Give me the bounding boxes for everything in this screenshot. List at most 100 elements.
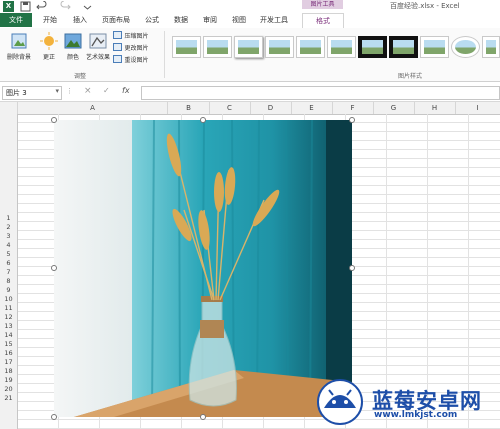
resize-handle[interactable] — [349, 117, 355, 123]
picture-style-thumbnail[interactable] — [172, 36, 201, 58]
watermark-url: www.lmkjst.com — [374, 410, 458, 420]
compress-icon — [113, 31, 122, 39]
row-header[interactable]: 18 — [0, 367, 17, 376]
picture-style-thumbnail[interactable] — [234, 36, 263, 58]
select-all-button[interactable] — [0, 102, 18, 114]
column-header-f[interactable]: F — [332, 102, 374, 114]
corrections-label: 更正 — [42, 54, 55, 61]
color-label: 颜色 — [66, 54, 79, 61]
color-button[interactable]: 颜色 — [62, 32, 84, 68]
resize-handle[interactable] — [200, 414, 206, 420]
reset-picture-icon — [113, 55, 122, 63]
row-header[interactable]: 2 — [0, 223, 17, 232]
row-header[interactable]: 8 — [0, 277, 17, 286]
row-header[interactable]: 3 — [0, 232, 17, 241]
sun-icon — [40, 32, 58, 50]
row-header[interactable]: 20 — [0, 385, 17, 394]
column-header-i[interactable]: I — [455, 102, 500, 114]
row-header[interactable]: 6 — [0, 259, 17, 268]
resize-handle[interactable] — [349, 265, 355, 271]
row-header[interactable]: 5 — [0, 250, 17, 259]
name-box-value: 图片 3 — [6, 89, 27, 97]
tab-developer[interactable]: 开发工具 — [256, 13, 292, 27]
picture-style-thumbnail[interactable] — [451, 36, 480, 58]
row-header[interactable]: 4 — [0, 241, 17, 250]
row-headers: 1 2 3 4 5 6 7 8 9 10 11 12 13 14 15 16 1… — [0, 114, 18, 429]
resize-handle[interactable] — [51, 414, 57, 420]
artistic-effects-button[interactable]: 艺术效果 — [85, 32, 111, 68]
row-header[interactable]: 13 — [0, 322, 17, 331]
tab-formulas[interactable]: 公式 — [140, 13, 164, 27]
row-header[interactable]: 1 — [0, 214, 17, 223]
artistic-effects-icon — [89, 33, 107, 49]
row-header[interactable]: 14 — [0, 331, 17, 340]
group-label-picture-styles: 图片样式 — [398, 73, 423, 80]
column-header-e[interactable]: E — [291, 102, 333, 114]
change-picture-icon — [113, 43, 122, 51]
customize-toolbar-icon[interactable] — [82, 1, 93, 12]
tab-review[interactable]: 审阅 — [198, 13, 222, 27]
row-header[interactable]: 9 — [0, 286, 17, 295]
row-header[interactable]: 21 — [0, 394, 17, 403]
picture-style-thumbnail[interactable] — [420, 36, 449, 58]
inserted-picture[interactable] — [54, 120, 352, 417]
formula-bar-grip: ⋮ — [66, 87, 73, 95]
row-header[interactable]: 19 — [0, 376, 17, 385]
tab-insert[interactable]: 插入 — [68, 13, 92, 27]
row-header[interactable]: 11 — [0, 304, 17, 313]
tab-home[interactable]: 开始 — [38, 13, 62, 27]
name-box[interactable]: 图片 3 ▾ — [2, 86, 62, 100]
tab-data[interactable]: 数据 — [169, 13, 193, 27]
picture-style-thumbnail[interactable] — [296, 36, 325, 58]
redo-icon[interactable] — [60, 0, 71, 12]
resize-handle[interactable] — [51, 117, 57, 123]
column-header-g[interactable]: G — [373, 102, 415, 114]
picture-style-thumbnail[interactable] — [203, 36, 232, 58]
chevron-down-icon[interactable]: ▾ — [55, 87, 59, 95]
tab-format[interactable]: 格式 — [302, 13, 344, 29]
reset-picture-button[interactable]: 重设图片 — [113, 55, 149, 64]
group-label-adjust: 调整 — [74, 73, 87, 80]
window-title: 百度经验.xlsx - Excel — [390, 2, 460, 10]
excel-logo-icon: X — [3, 1, 14, 12]
remove-background-button[interactable]: 删除背景 — [4, 32, 34, 68]
tab-page-layout[interactable]: 页面布局 — [98, 13, 134, 27]
row-header[interactable]: 17 — [0, 358, 17, 367]
picture-style-thumbnail[interactable] — [265, 36, 294, 58]
tab-view[interactable]: 视图 — [227, 13, 251, 27]
column-header-d[interactable]: D — [250, 102, 292, 114]
formula-input[interactable] — [141, 86, 500, 100]
reset-picture-label: 重设图片 — [124, 57, 149, 64]
remove-background-label: 删除背景 — [6, 54, 31, 61]
row-header[interactable]: 12 — [0, 313, 17, 322]
picture-style-thumbnail[interactable] — [358, 36, 387, 58]
column-header-a[interactable]: A — [18, 102, 168, 114]
picture-style-thumbnail[interactable] — [327, 36, 356, 58]
change-picture-label: 更改图片 — [124, 45, 149, 52]
group-separator — [164, 31, 165, 78]
insert-function-icon[interactable]: fx — [122, 86, 130, 95]
save-icon[interactable] — [20, 1, 31, 12]
artistic-effects-label: 艺术效果 — [85, 54, 110, 61]
row-header[interactable]: 15 — [0, 340, 17, 349]
wheat-vase-photo — [54, 120, 352, 417]
column-header-c[interactable]: C — [209, 102, 251, 114]
resize-handle[interactable] — [200, 117, 206, 123]
compress-pictures-button[interactable]: 压缩图片 — [113, 31, 149, 40]
column-header-b[interactable]: B — [168, 102, 210, 114]
cancel-icon[interactable]: × — [84, 86, 92, 96]
enter-icon[interactable]: ✓ — [103, 86, 110, 95]
change-picture-button[interactable]: 更改图片 — [113, 43, 149, 52]
picture-style-thumbnail[interactable] — [482, 36, 500, 58]
row-header[interactable]: 16 — [0, 349, 17, 358]
undo-icon[interactable] — [36, 0, 47, 12]
tab-file[interactable]: 文件 — [0, 13, 32, 27]
column-header-h[interactable]: H — [414, 102, 456, 114]
row-header[interactable]: 7 — [0, 268, 17, 277]
corrections-button[interactable]: 更正 — [38, 32, 60, 68]
color-icon — [64, 33, 82, 49]
resize-handle[interactable] — [51, 265, 57, 271]
picture-tools-context-label: 图片工具 — [302, 0, 343, 9]
picture-style-thumbnail[interactable] — [389, 36, 418, 58]
row-header[interactable]: 10 — [0, 295, 17, 304]
